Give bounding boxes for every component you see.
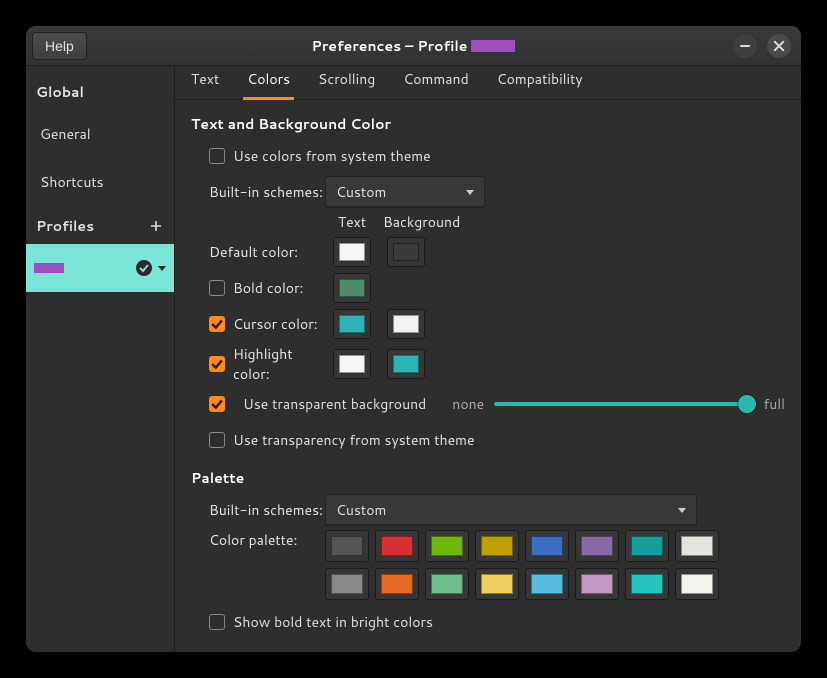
palette-color-0[interactable] [325,530,369,562]
slider-full-label: full [764,394,785,414]
tab-scrolling[interactable]: Scrolling [314,66,379,100]
palette-color-15[interactable] [675,568,719,600]
transparent-bg-label: Use transparent background [243,394,426,414]
palette-color-5[interactable] [575,530,619,562]
default-color-label: Default color: [209,242,325,262]
bold-color-label: Bold color: [233,278,325,298]
palette-color-9[interactable] [375,568,419,600]
slider-thumb[interactable] [738,395,756,413]
palette-color-1[interactable] [375,530,419,562]
sidebar-profiles-header: Profiles [36,216,94,236]
transparent-bg-checkbox[interactable] [209,396,225,412]
section-palette-title: Palette [191,468,785,488]
plus-icon [150,220,162,232]
palette-builtin-label: Built-in schemes: [209,500,325,520]
col-header-text: Text [325,212,379,232]
use-system-colors-label: Use colors from system theme [233,146,431,166]
close-icon [773,40,785,52]
palette-color-11[interactable] [475,568,519,600]
sidebar-item-shortcuts[interactable]: Shortcuts [26,158,174,206]
cursor-text-color[interactable] [333,309,371,339]
check-icon [139,263,149,273]
minimize-button[interactable] [733,34,757,58]
palette-color-14[interactable] [625,568,669,600]
palette-color-4[interactable] [525,530,569,562]
minimize-icon [740,45,750,47]
palette-color-7[interactable] [675,530,719,562]
add-profile-button[interactable] [146,216,166,236]
help-button[interactable]: Help [32,32,87,60]
check-icon [211,358,223,370]
default-text-color[interactable] [333,237,371,267]
highlight-color-checkbox[interactable] [209,356,225,372]
default-bg-color[interactable] [387,237,425,267]
transparency-system-checkbox[interactable] [209,432,225,448]
profile-menu-caret[interactable] [158,266,166,271]
chevron-down-icon [466,190,474,195]
palette-color-13[interactable] [575,568,619,600]
palette-color-3[interactable] [475,530,519,562]
highlight-bg-color[interactable] [387,349,425,379]
transparency-slider[interactable] [494,392,753,416]
highlight-color-label: Highlight color: [233,344,325,384]
color-palette-label: Color palette: [209,530,325,550]
titlebar: Help Preferences – Profile [26,26,801,66]
color-palette-grid [325,530,719,600]
palette-color-6[interactable] [625,530,669,562]
highlight-text-color[interactable] [333,349,371,379]
sidebar-item-general[interactable]: General [26,110,174,158]
title-text: Preferences – Profile [312,36,468,56]
bold-color-checkbox[interactable] [209,280,225,296]
cursor-color-checkbox[interactable] [209,316,225,332]
tabs: Text Colors Scrolling Command Compatibil… [175,66,801,100]
builtin-schemes-value: Custom [336,182,386,202]
profile-default-indicator[interactable] [136,260,152,276]
section-text-bg-title: Text and Background Color [191,114,785,134]
tab-compatibility[interactable]: Compatibility [493,66,587,100]
cursor-color-label: Cursor color: [233,314,325,334]
palette-color-2[interactable] [425,530,469,562]
bold-text-color[interactable] [333,273,371,303]
window-title: Preferences – Profile [312,36,516,56]
title-profile-swatch [471,40,515,52]
transparency-system-label: Use transparency from system theme [233,430,475,450]
builtin-schemes-label: Built-in schemes: [209,182,325,202]
sidebar: Global General Shortcuts Profiles [26,66,174,652]
builtin-schemes-select[interactable]: Custom [325,176,485,208]
close-button[interactable] [767,34,791,58]
tab-command[interactable]: Command [399,66,472,100]
cursor-bg-color[interactable] [387,309,425,339]
tab-text[interactable]: Text [187,66,223,100]
palette-color-8[interactable] [325,568,369,600]
profile-row-active[interactable] [26,244,174,292]
check-icon [211,398,223,410]
use-system-colors-checkbox[interactable] [209,148,225,164]
bold-bright-checkbox[interactable] [209,614,225,630]
profile-color-swatch [34,263,64,273]
palette-color-12[interactable] [525,568,569,600]
slider-none-label: none [452,394,484,414]
col-header-background: Background [379,212,459,232]
palette-builtin-value: Custom [336,500,386,520]
chevron-down-icon [678,508,686,513]
palette-builtin-select[interactable]: Custom [325,494,697,526]
sidebar-global-header: Global [26,72,174,110]
check-icon [211,318,223,330]
main-panel: Text Colors Scrolling Command Compatibil… [175,66,801,652]
tab-colors[interactable]: Colors [243,66,294,100]
palette-color-10[interactable] [425,568,469,600]
bold-bright-label: Show bold text in bright colors [233,612,433,632]
